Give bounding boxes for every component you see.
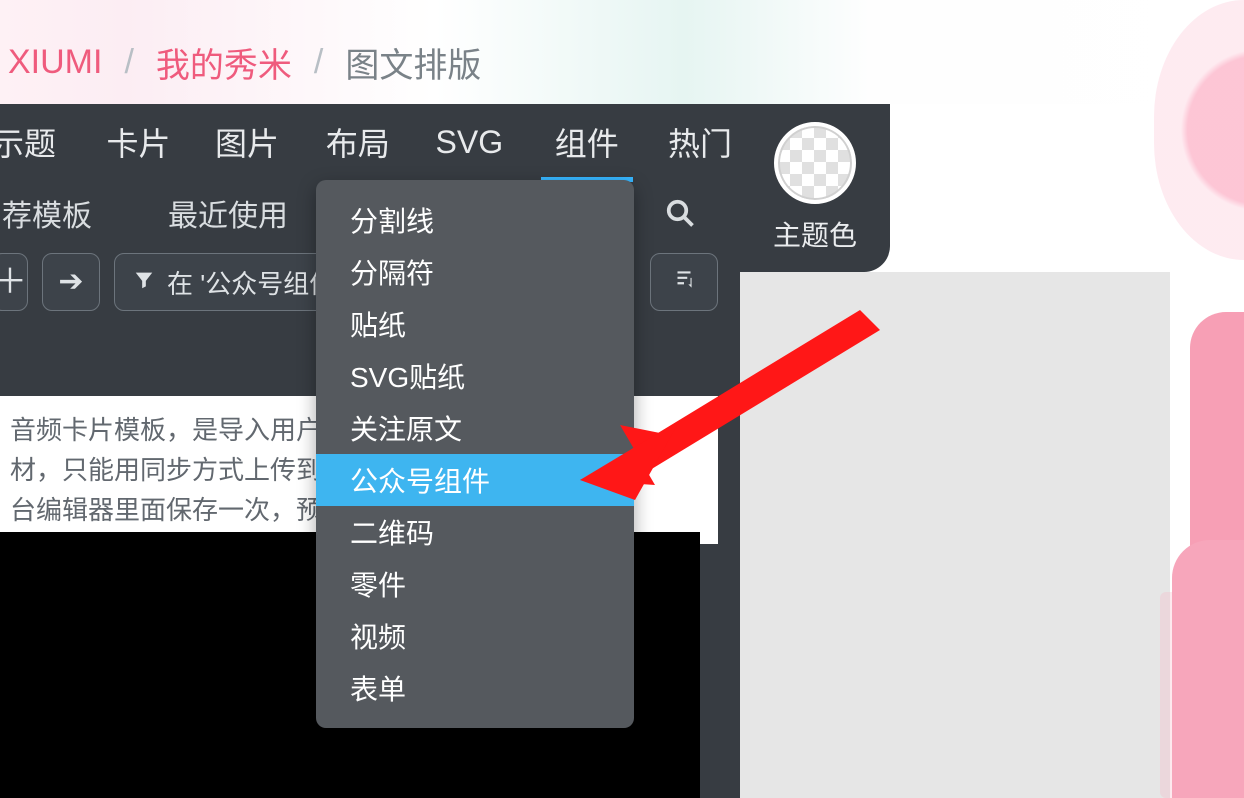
breadcrumb-link-xiumi[interactable]: XIUMI bbox=[0, 43, 110, 82]
tab-svg[interactable]: SVG bbox=[428, 104, 512, 180]
theme-color-swatch[interactable] bbox=[774, 122, 856, 204]
breadcrumb: XIUMI / 我的秀米 / 图文排版 bbox=[0, 40, 489, 84]
dropdown-item-svg-sticker[interactable]: SVG贴纸 bbox=[316, 350, 634, 402]
theme-color-bubble[interactable]: 主题色 bbox=[740, 104, 890, 272]
breadcrumb-separator: / bbox=[110, 43, 147, 82]
dropdown-item-sticker[interactable]: 贴纸 bbox=[316, 298, 634, 350]
dropdown-item-divider-line[interactable]: 分割线 bbox=[316, 194, 634, 246]
tab-image[interactable]: 图片 bbox=[207, 104, 287, 180]
sort-button[interactable] bbox=[650, 253, 718, 311]
tab-hot[interactable]: 热门 bbox=[660, 104, 740, 180]
dropdown-item-form[interactable]: 表单 bbox=[316, 662, 634, 714]
dropdown-item-qrcode[interactable]: 二维码 bbox=[316, 506, 634, 558]
breadcrumb-current: 图文排版 bbox=[337, 38, 489, 87]
decoration-pink-bottom bbox=[1172, 540, 1244, 798]
dropdown-item-follow-original[interactable]: 关注原文 bbox=[316, 402, 634, 454]
component-dropdown: 分割线 分隔符 贴纸 SVG贴纸 关注原文 公众号组件 二维码 零件 视频 表单 bbox=[316, 180, 634, 728]
subtab-recommend[interactable]: 荐模板 bbox=[0, 191, 100, 235]
arrow-right-icon: ➔ bbox=[58, 267, 83, 297]
search-icon[interactable] bbox=[662, 195, 698, 231]
plus-icon: ＋ bbox=[0, 265, 27, 299]
filter-label: 在 '公众号组件 bbox=[167, 264, 335, 301]
tab-layout[interactable]: 布局 bbox=[318, 104, 398, 180]
subtab-recent[interactable]: 最近使用 bbox=[160, 191, 296, 235]
theme-color-label: 主题色 bbox=[773, 214, 857, 254]
category-tabs: 示题 卡片 图片 布局 SVG 组件 热门 bbox=[0, 104, 740, 180]
dropdown-item-video[interactable]: 视频 bbox=[316, 610, 634, 662]
add-button[interactable]: ＋ bbox=[0, 253, 28, 311]
breadcrumb-link-myxiumi[interactable]: 我的秀米 bbox=[148, 38, 300, 87]
tab-card[interactable]: 卡片 bbox=[98, 104, 178, 180]
decoration-pink-slab bbox=[1190, 312, 1244, 572]
tab-title[interactable]: 示题 bbox=[0, 104, 64, 180]
dropdown-item-separator[interactable]: 分隔符 bbox=[316, 246, 634, 298]
sort-icon bbox=[671, 267, 697, 298]
editor-canvas[interactable] bbox=[740, 272, 1170, 798]
tab-component[interactable]: 组件 bbox=[547, 104, 627, 180]
forward-button[interactable]: ➔ bbox=[42, 253, 100, 311]
filter-icon bbox=[133, 267, 155, 298]
breadcrumb-separator: / bbox=[300, 43, 337, 82]
dropdown-item-wechat-component[interactable]: 公众号组件 bbox=[316, 454, 634, 506]
dropdown-item-part[interactable]: 零件 bbox=[316, 558, 634, 610]
